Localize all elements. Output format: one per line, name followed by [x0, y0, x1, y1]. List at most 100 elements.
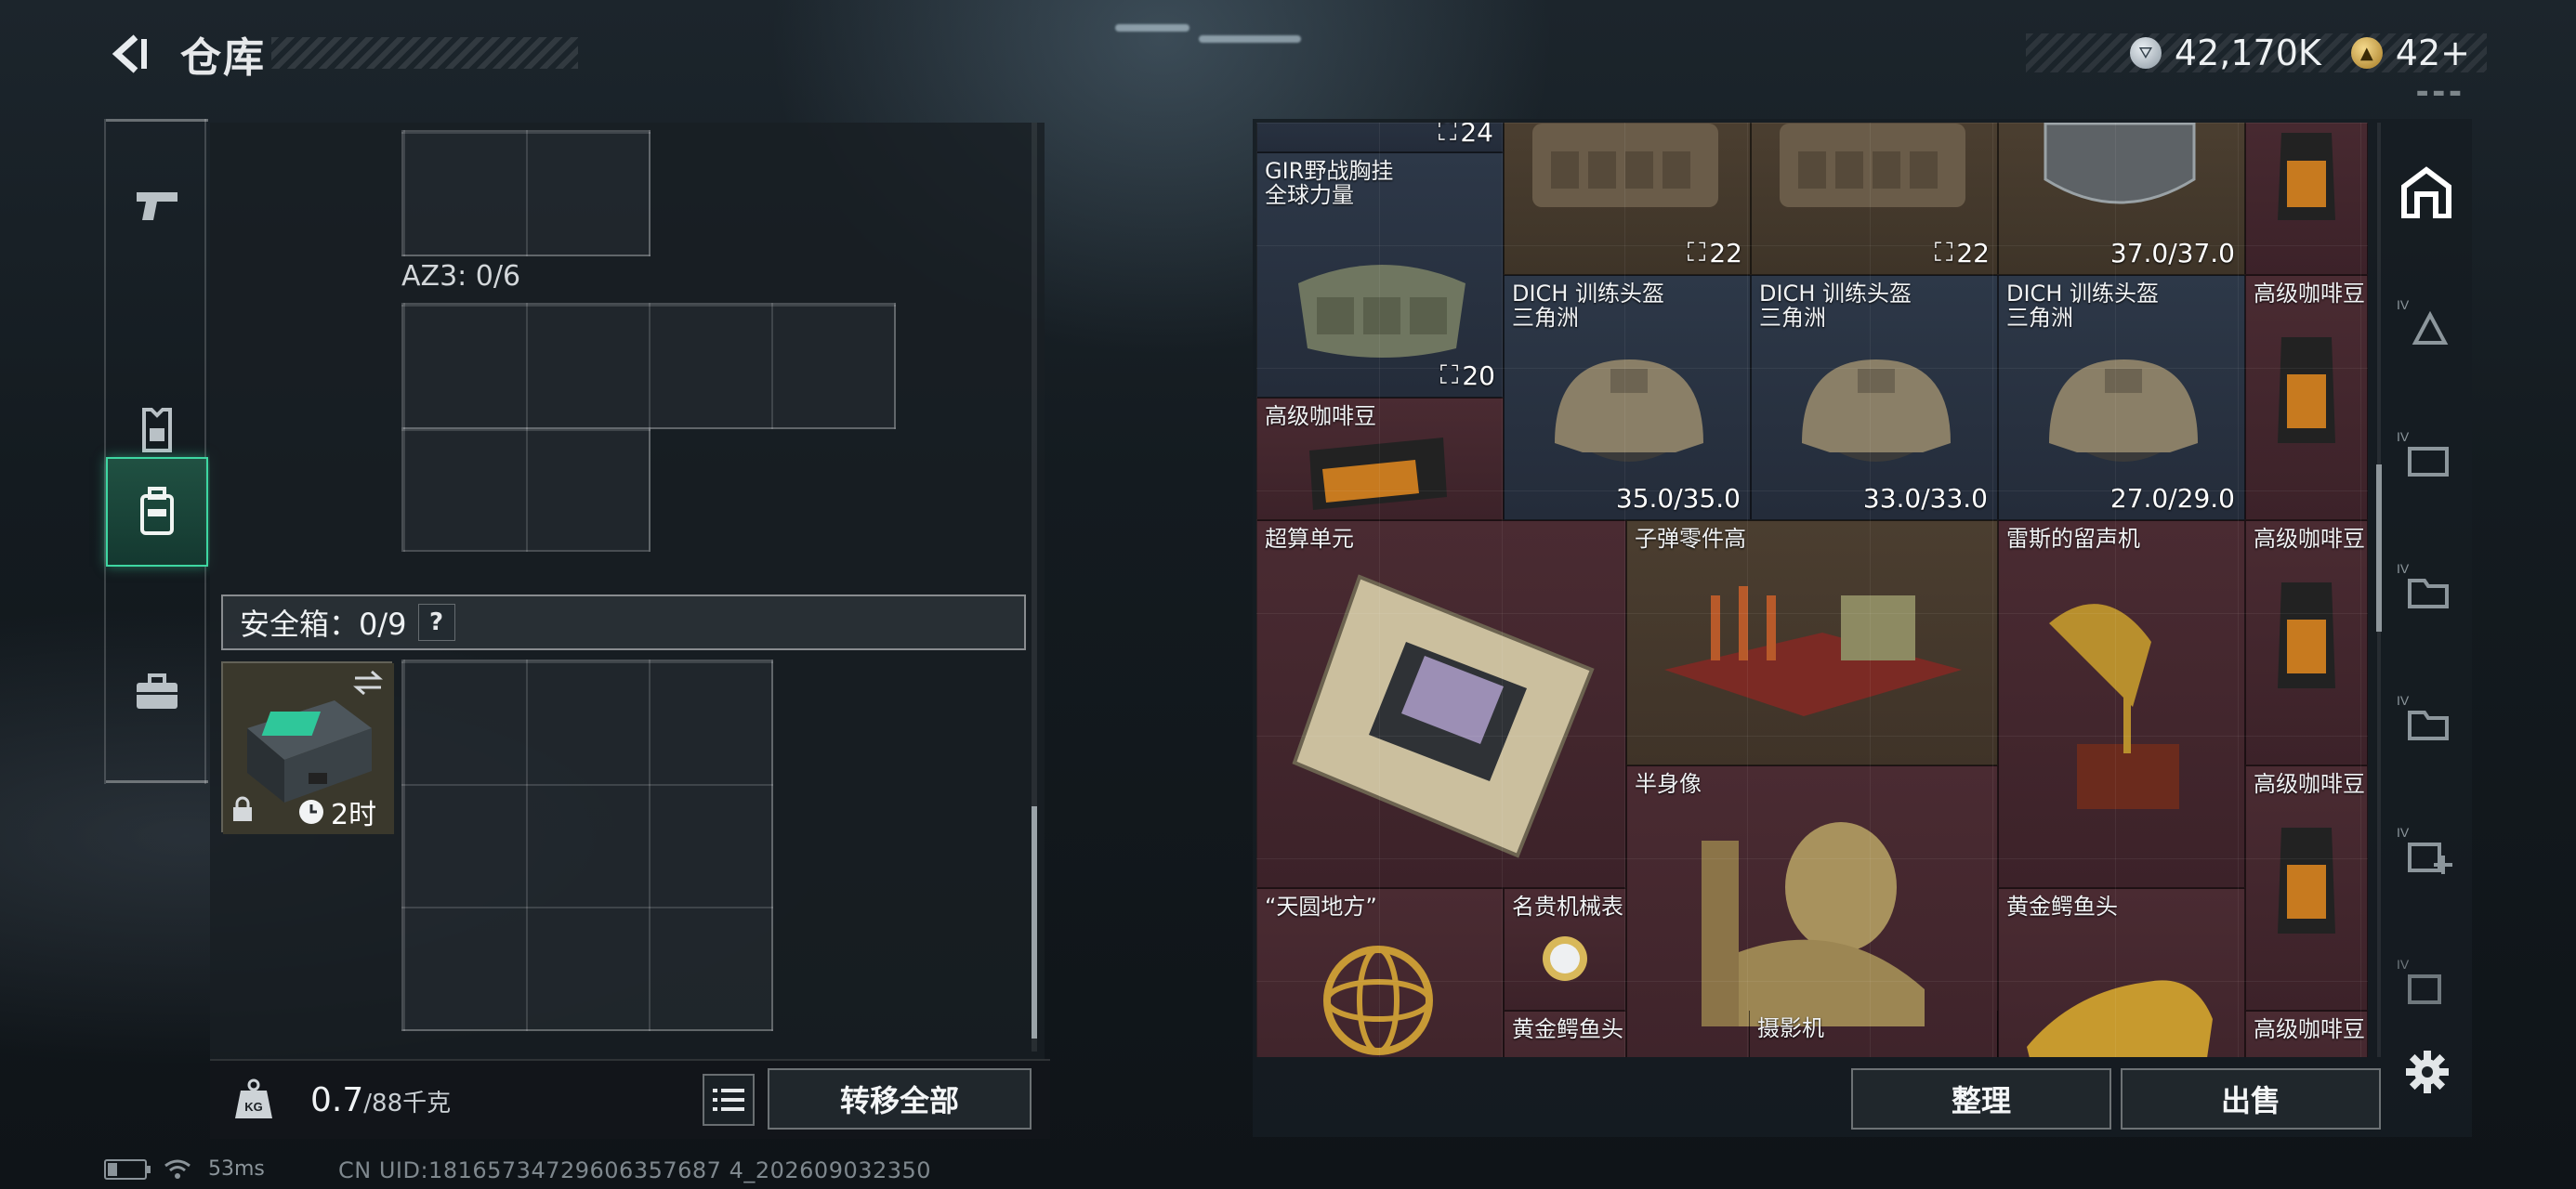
item-name: 超算单元: [1265, 526, 1354, 552]
item-name: 高级咖啡豆: [2254, 1016, 2365, 1042]
item-cell-helmet-3[interactable]: DICH 训练头盔 三角洲 27.0/29.0: [1998, 275, 2245, 520]
item-durability: 27.0/29.0: [2109, 483, 2235, 514]
item-name: 名贵机械表: [1512, 894, 1623, 920]
item-badge-text: 20: [1462, 359, 1495, 391]
visor-helmet-image: [2044, 123, 2196, 204]
az3-grid-bottom[interactable]: [401, 427, 651, 552]
item-cell-top-partial[interactable]: ⛶ 24: [1256, 123, 1504, 152]
item-cell-helmet-visor[interactable]: 37.0/37.0: [1998, 123, 2245, 275]
ping-text: 53ms: [208, 1157, 265, 1181]
clock-icon: [299, 800, 323, 824]
warehouse-home-icon: [2401, 166, 2451, 218]
back-arrow-icon: [112, 34, 147, 73]
gold-triangle-coin-icon: ▲: [2350, 37, 2383, 69]
item-cell-coffee-5[interactable]: 高级咖啡豆: [2245, 1011, 2368, 1057]
item-name: GIR野战胸挂 全球力量: [1265, 158, 1394, 208]
item-name: DICH 训练头盔 三角洲: [2006, 281, 2159, 331]
swap-icon[interactable]: [351, 669, 385, 697]
item-cell-croc-head-2[interactable]: 黄金鳄鱼头: [1504, 1011, 1626, 1057]
coffee-bag-image: [2278, 133, 2335, 220]
title-stripe-decoration: [271, 37, 578, 69]
sort-button[interactable]: 整理: [1851, 1068, 2111, 1130]
container-scrollbar-thumb[interactable]: [1032, 806, 1037, 1039]
item-name: 半身像: [1635, 771, 1702, 797]
item-cell-coffee-2[interactable]: 高级咖啡豆: [2245, 275, 2368, 520]
tab-warehouse-iv-5[interactable]: IV: [2385, 797, 2468, 907]
rail-item-weapons[interactable]: [106, 150, 208, 260]
item-cell-croc-head[interactable]: 黄金鳄鱼头: [1998, 888, 2245, 1057]
item-cell-helmet-1[interactable]: DICH 训练头盔 三角洲 35.0/35.0: [1504, 275, 1751, 520]
item-name: 高级咖啡豆: [1265, 403, 1376, 429]
gear-icon: [2406, 1051, 2449, 1093]
rail-cap-top: [106, 119, 208, 122]
tactical-helmet-image: [1802, 359, 1951, 462]
tab-warehouse-iv-1[interactable]: IV: [2385, 269, 2468, 379]
item-badge: ⛶ 22: [1934, 237, 1990, 268]
item-cell-coffee-3[interactable]: 高级咖啡豆: [2245, 520, 2368, 765]
tab-warehouse-iv-4[interactable]: IV: [2385, 665, 2468, 775]
tab-warehouse-iv-3[interactable]: IV: [2385, 533, 2468, 643]
item-cell-bullet-parts[interactable]: 子弹零件高: [1626, 520, 1998, 765]
item-badge-text: 22: [1956, 237, 1990, 268]
item-name: 高级咖啡豆: [2254, 771, 2365, 797]
svg-text:IV: IV: [2397, 825, 2410, 840]
coffee-bag-image: [2278, 337, 2335, 443]
item-name: DICH 训练头盔 三角洲: [1759, 281, 1912, 331]
storage-settings-icon: IV: [2397, 957, 2441, 1004]
mini-indicator: ▬ ▬ ▬: [2416, 85, 2462, 100]
item-cell-coffee-wide[interactable]: 高级咖啡豆: [1256, 398, 1504, 520]
item-cell-watch[interactable]: 名贵机械表: [1504, 888, 1626, 1011]
safe-box-header: 安全箱：0/9 ?: [221, 594, 1026, 650]
item-name: “天圆地方”: [1265, 894, 1377, 920]
item-badge-text: 22: [1709, 237, 1742, 268]
rail-item-briefcase[interactable]: [106, 637, 208, 747]
background-light-streak: [1199, 35, 1301, 43]
gold-currency-value[interactable]: 42+: [2396, 33, 2470, 73]
bullet-parts-case-image: [1664, 586, 1962, 716]
vest-image: [1780, 124, 1965, 207]
sell-button[interactable]: 出售: [2121, 1068, 2381, 1130]
item-name: 摄影机: [1757, 1015, 1824, 1041]
golden-bust-image: [1702, 822, 1925, 1026]
tab-warehouse-iv-2[interactable]: IV: [2385, 401, 2468, 511]
storage-grid-top[interactable]: [401, 130, 651, 256]
item-cell-chest-rig[interactable]: GIR野战胸挂 全球力量 ⛶ 20: [1256, 152, 1504, 398]
help-button[interactable]: ?: [417, 604, 455, 641]
svg-text:IV: IV: [2397, 561, 2410, 576]
item-cell-vest-1[interactable]: ⛶ 22: [1504, 123, 1751, 275]
item-cell-armillary[interactable]: “天圆地方”: [1256, 888, 1504, 1057]
item-cell-gramophone[interactable]: 雷斯的留声机: [1998, 520, 2245, 888]
tactical-helmet-image: [2049, 359, 2198, 462]
item-name: 子弹零件高: [1635, 526, 1746, 552]
briefcase-icon: [137, 673, 177, 709]
warehouse-grid[interactable]: ⛶ 24 GIR野战胸挂 全球力量 ⛶ 20 ⛶ 22 ⛶ 22 37.0/37…: [1256, 123, 2368, 1057]
item-cell-vest-2[interactable]: ⛶ 22: [1751, 123, 1998, 275]
warehouse-scrollbar-thumb[interactable]: [2376, 464, 2382, 632]
az3-grid-top[interactable]: [401, 303, 896, 429]
storage-tab-icon: IV: [2397, 297, 2449, 345]
settings-button[interactable]: [2401, 1046, 2453, 1098]
item-durability: 35.0/35.0: [1615, 483, 1741, 514]
item-cell-coffee-4[interactable]: 高级咖啡豆: [2245, 765, 2368, 1011]
coffee-bag-image: [1309, 438, 1447, 510]
tab-warehouse-main[interactable]: [2385, 137, 2468, 247]
transfer-all-button[interactable]: 转移全部: [768, 1068, 1032, 1130]
tab-warehouse-iv-6[interactable]: IV: [2385, 929, 2468, 1039]
backpack-icon: [140, 487, 174, 535]
item-cell-supercomputer[interactable]: 超算单元: [1256, 520, 1626, 888]
rail-item-containers[interactable]: [106, 457, 208, 567]
item-cell-coffee-top[interactable]: [2245, 123, 2368, 275]
rail-cap-bottom: [106, 780, 208, 783]
item-cell-helmet-2[interactable]: DICH 训练头盔 三角洲 33.0/33.0: [1751, 275, 1998, 520]
item-badge: ⛶ 20: [1439, 359, 1495, 391]
item-name: 雷斯的留声机: [2006, 526, 2140, 552]
device-status: 53ms: [104, 1157, 265, 1181]
list-view-button[interactable]: [703, 1074, 755, 1126]
back-button[interactable]: [102, 26, 158, 82]
lock-icon: [233, 796, 252, 821]
tactical-helmet-image: [1555, 359, 1703, 462]
user-uid: CN UID:18165734729606357687 4_2026090323…: [338, 1157, 932, 1183]
item-durability: 33.0/33.0: [1862, 483, 1988, 514]
item-cell-camera[interactable]: 摄影机: [1749, 1011, 1998, 1057]
safe-box-grid[interactable]: [401, 660, 773, 1031]
